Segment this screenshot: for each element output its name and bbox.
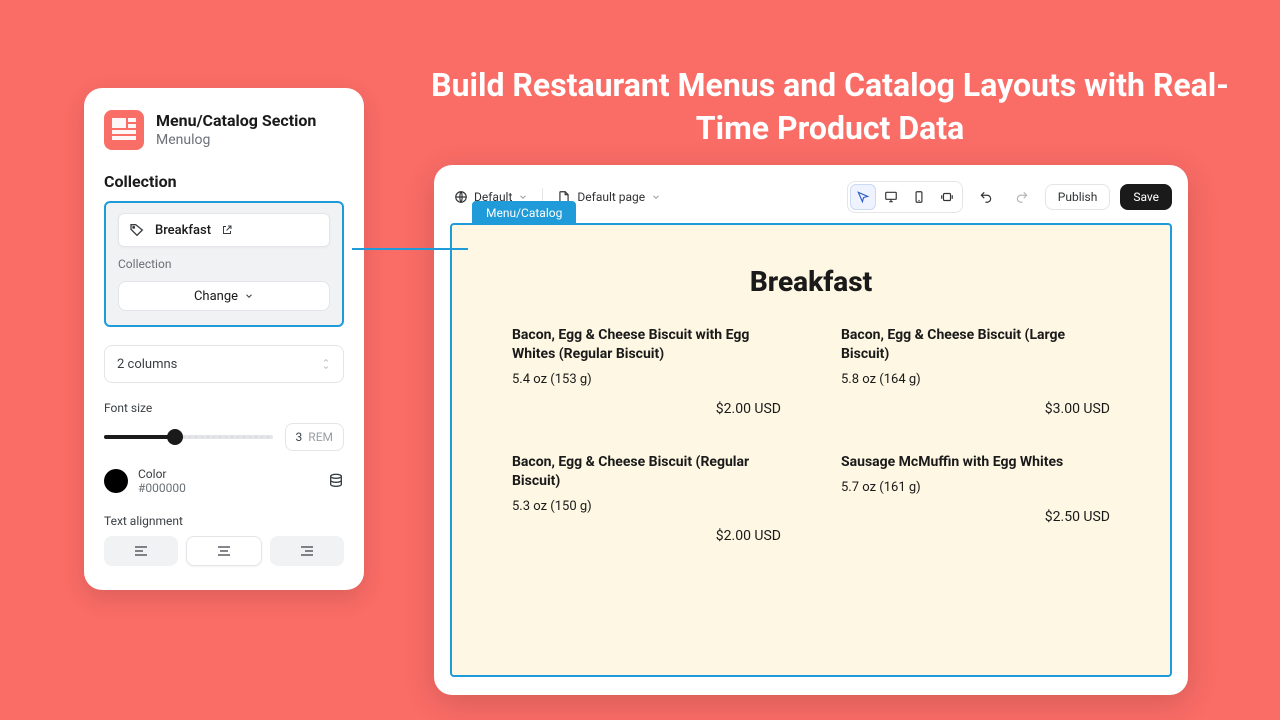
database-icon[interactable] bbox=[328, 473, 344, 489]
font-size-unit: REM bbox=[308, 430, 333, 444]
menu-item-name: Bacon, Egg & Cheese Biscuit (Regular Bis… bbox=[512, 453, 781, 491]
font-size-slider[interactable] bbox=[104, 427, 273, 447]
tag-icon bbox=[129, 222, 145, 238]
font-size-value[interactable]: 3 REM bbox=[285, 423, 344, 451]
panel-header: Menu/Catalog Section Menulog bbox=[104, 110, 344, 150]
external-link-icon bbox=[221, 224, 233, 236]
align-center-button[interactable] bbox=[186, 536, 262, 566]
app-icon bbox=[104, 110, 144, 150]
desktop-icon bbox=[884, 190, 898, 204]
collection-sub-label: Collection bbox=[118, 257, 330, 271]
change-button[interactable]: Change bbox=[118, 281, 330, 311]
font-size-label: Font size bbox=[104, 401, 344, 415]
color-label: Color bbox=[138, 467, 318, 481]
globe-icon bbox=[454, 190, 468, 204]
menu-item-weight: 5.4 oz (153 g) bbox=[512, 372, 781, 387]
viewport-group bbox=[847, 181, 963, 213]
menu-item-weight: 5.7 oz (161 g) bbox=[841, 480, 1110, 495]
publish-label: Publish bbox=[1058, 190, 1098, 204]
mobile-icon bbox=[912, 190, 926, 204]
stepper-icon bbox=[321, 357, 331, 371]
menu-item-name: Bacon, Egg & Cheese Biscuit (Large Biscu… bbox=[841, 326, 1110, 364]
chevron-down-icon bbox=[244, 291, 254, 301]
page-label: Default page bbox=[577, 190, 645, 204]
menu-item-weight: 5.8 oz (164 g) bbox=[841, 372, 1110, 387]
hero-heading: Build Restaurant Menus and Catalog Layou… bbox=[430, 64, 1230, 150]
menu-item-price: $2.00 USD bbox=[512, 401, 781, 417]
collection-box: Breakfast Collection Change bbox=[104, 201, 344, 327]
publish-button[interactable]: Publish bbox=[1045, 184, 1111, 210]
panel-title: Menu/Catalog Section bbox=[156, 111, 316, 130]
chevron-down-icon bbox=[651, 192, 661, 202]
align-right-icon bbox=[299, 543, 315, 559]
panel-subtitle: Menulog bbox=[156, 132, 316, 149]
canvas[interactable]: Menu/Catalog Breakfast Bacon, Egg & Chee… bbox=[450, 223, 1172, 677]
menu-item-price: $2.50 USD bbox=[841, 509, 1110, 525]
font-size-number: 3 bbox=[296, 430, 303, 444]
align-left-icon bbox=[133, 543, 149, 559]
fullwidth-icon bbox=[940, 190, 954, 204]
columns-select-label: 2 columns bbox=[117, 357, 177, 372]
save-button[interactable]: Save bbox=[1120, 184, 1172, 210]
settings-panel: Menu/Catalog Section Menulog Collection … bbox=[84, 88, 364, 590]
redo-icon bbox=[1015, 190, 1029, 204]
cursor-icon bbox=[856, 190, 870, 204]
change-button-label: Change bbox=[194, 289, 238, 304]
collection-heading: Collection bbox=[104, 172, 344, 191]
color-swatch[interactable] bbox=[104, 469, 128, 493]
undo-button[interactable] bbox=[973, 184, 999, 210]
preview-card: Default Default page bbox=[434, 165, 1188, 695]
color-row[interactable]: Color #000000 bbox=[104, 467, 344, 496]
selected-collection-name: Breakfast bbox=[155, 223, 211, 238]
connector-line bbox=[352, 248, 468, 250]
align-left-button[interactable] bbox=[104, 536, 178, 566]
menu-grid: Bacon, Egg & Cheese Biscuit with Egg Whi… bbox=[492, 326, 1130, 544]
menu-item-weight: 5.3 oz (150 g) bbox=[512, 499, 781, 514]
menu-item[interactable]: Sausage McMuffin with Egg Whites 5.7 oz … bbox=[841, 453, 1110, 544]
selected-collection-card[interactable]: Breakfast bbox=[118, 213, 330, 247]
columns-select[interactable]: 2 columns bbox=[104, 345, 344, 383]
menu-item-name: Sausage McMuffin with Egg Whites bbox=[841, 453, 1110, 472]
fullwidth-button[interactable] bbox=[934, 184, 960, 210]
menu-item[interactable]: Bacon, Egg & Cheese Biscuit (Large Biscu… bbox=[841, 326, 1110, 417]
menu-item-price: $3.00 USD bbox=[841, 401, 1110, 417]
menu-item[interactable]: Bacon, Egg & Cheese Biscuit (Regular Bis… bbox=[512, 453, 781, 544]
menu-item[interactable]: Bacon, Egg & Cheese Biscuit with Egg Whi… bbox=[512, 326, 781, 417]
menu-item-price: $2.00 USD bbox=[512, 528, 781, 544]
desktop-button[interactable] bbox=[878, 184, 904, 210]
align-center-icon bbox=[216, 543, 232, 559]
inspect-button[interactable] bbox=[850, 184, 876, 210]
redo-button[interactable] bbox=[1009, 184, 1035, 210]
menu-item-name: Bacon, Egg & Cheese Biscuit with Egg Whi… bbox=[512, 326, 781, 364]
undo-icon bbox=[979, 190, 993, 204]
color-hex: #000000 bbox=[138, 481, 318, 495]
menu-title: Breakfast bbox=[492, 265, 1130, 298]
canvas-section-tab[interactable]: Menu/Catalog bbox=[472, 201, 576, 225]
alignment-label: Text alignment bbox=[104, 514, 344, 528]
mobile-button[interactable] bbox=[906, 184, 932, 210]
save-label: Save bbox=[1133, 190, 1159, 204]
align-right-button[interactable] bbox=[270, 536, 344, 566]
